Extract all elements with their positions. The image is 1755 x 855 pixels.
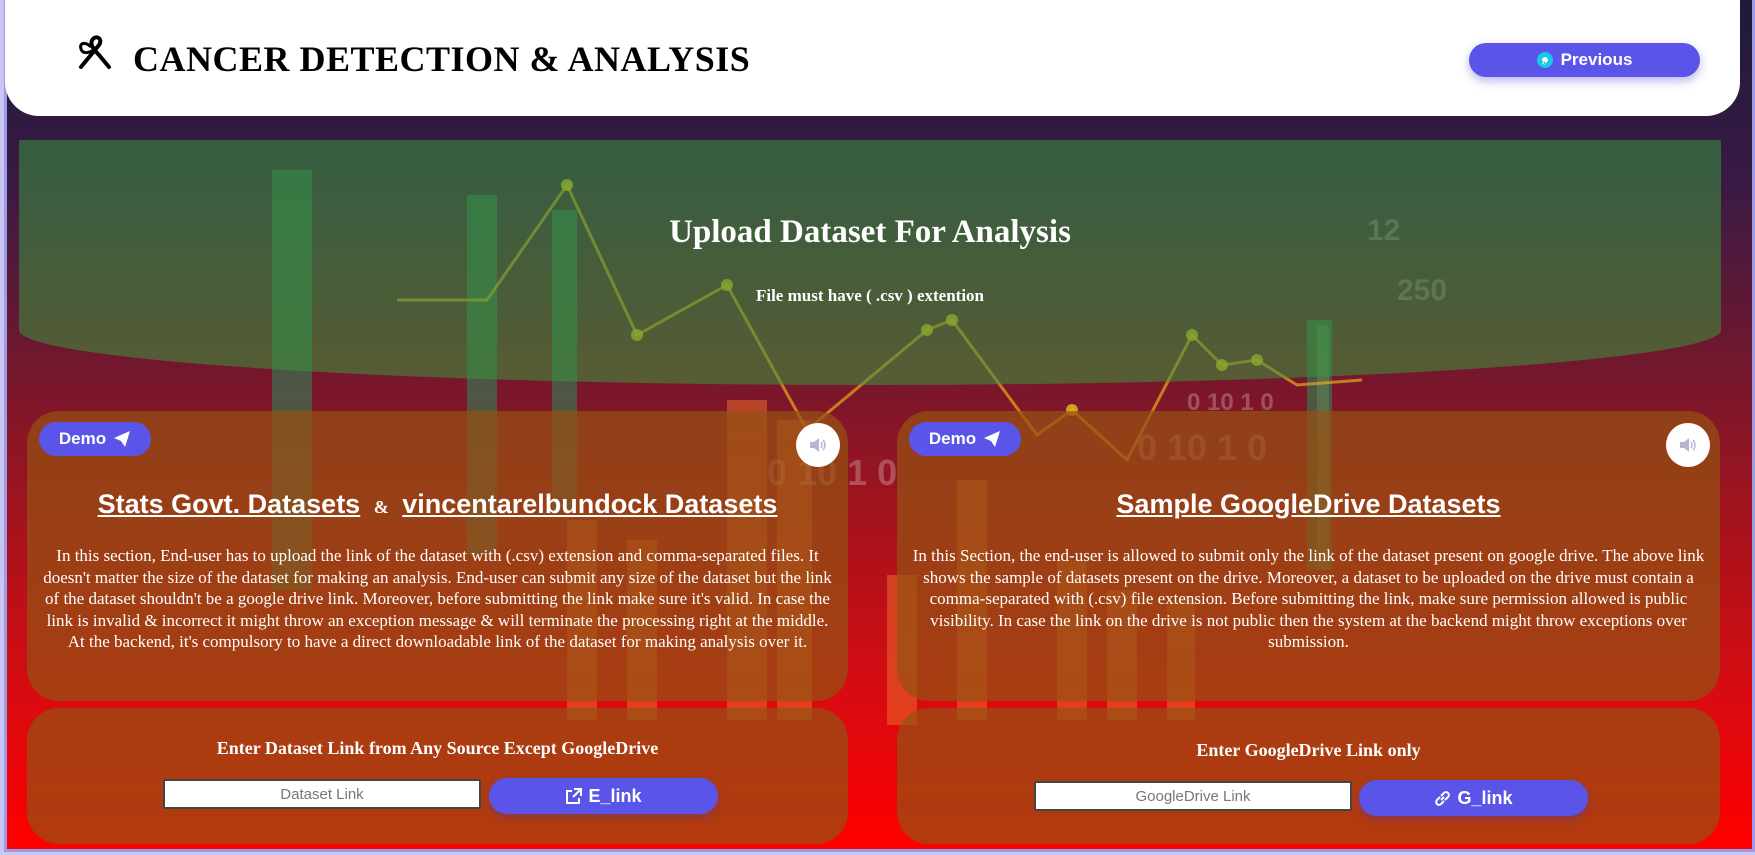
external-link-form: Enter Dataset Link from Any Source Excep… [27, 708, 848, 844]
right-card-description: In this Section, the end-user is allowed… [912, 546, 1705, 651]
demo-button-label: Demo [58, 429, 107, 448]
chain-link-icon [1435, 790, 1451, 806]
googledrive-link-input[interactable] [1034, 781, 1352, 811]
external-link-form-label: Enter Dataset Link from Any Source Excep… [216, 738, 659, 758]
upload-banner: Upload Dataset For Analysis File must ha… [19, 140, 1721, 385]
vincentarelbundock-datasets-link[interactable]: vincentarelbundock Datasets [402, 489, 777, 519]
left-card-heading: Stats Govt. Datasets & vincentarelbundoc… [27, 489, 848, 520]
right-card-heading: Sample GoogleDrive Datasets [897, 489, 1720, 520]
paper-plane-icon [984, 431, 1001, 447]
banner-title: Upload Dataset For Analysis [669, 214, 1071, 250]
ampersand: & [373, 497, 389, 517]
demo-button-label: Demo [928, 429, 977, 448]
googledrive-datasets-card: Demo Sample GoogleDrive Datasets In this… [897, 411, 1720, 701]
top-header: CANCER DETECTION & ANALYSIS Previous [5, 0, 1740, 116]
demo-button-right[interactable]: Demo [909, 422, 1021, 456]
return-arrow-icon [1536, 52, 1553, 68]
g-link-button-label: G_link [1457, 787, 1513, 808]
e-link-button-label: E_link [588, 785, 642, 806]
g-link-submit-button[interactable]: G_link [1359, 780, 1588, 816]
banner-subtitle: File must have ( .csv ) extention [755, 286, 985, 305]
speaker-button-right[interactable] [1666, 423, 1710, 467]
previous-button-label: Previous [1560, 50, 1633, 69]
previous-button[interactable]: Previous [1469, 43, 1700, 77]
stats-govt-datasets-link[interactable]: Stats Govt. Datasets [98, 489, 361, 519]
speaker-icon [810, 438, 826, 452]
speaker-icon [1680, 438, 1696, 452]
demo-button-left[interactable]: Demo [39, 422, 151, 456]
left-card-description: In this section, End-user has to upload … [43, 546, 832, 651]
ribbon-icon [79, 35, 111, 69]
app-title: CANCER DETECTION & ANALYSIS [133, 39, 751, 79]
external-link-icon [566, 787, 583, 804]
googledrive-link-form-label: Enter GoogleDrive Link only [1196, 740, 1421, 760]
googledrive-link-form: Enter GoogleDrive Link only G_link [897, 708, 1720, 844]
dataset-link-input[interactable] [163, 779, 481, 809]
external-datasets-card: Demo Stats Govt. Datasets & vincentarelb… [27, 411, 848, 701]
paper-plane-icon [114, 431, 131, 447]
e-link-submit-button[interactable]: E_link [489, 778, 718, 814]
speaker-button-left[interactable] [796, 423, 840, 467]
sample-googledrive-datasets-link[interactable]: Sample GoogleDrive Datasets [1116, 489, 1500, 519]
